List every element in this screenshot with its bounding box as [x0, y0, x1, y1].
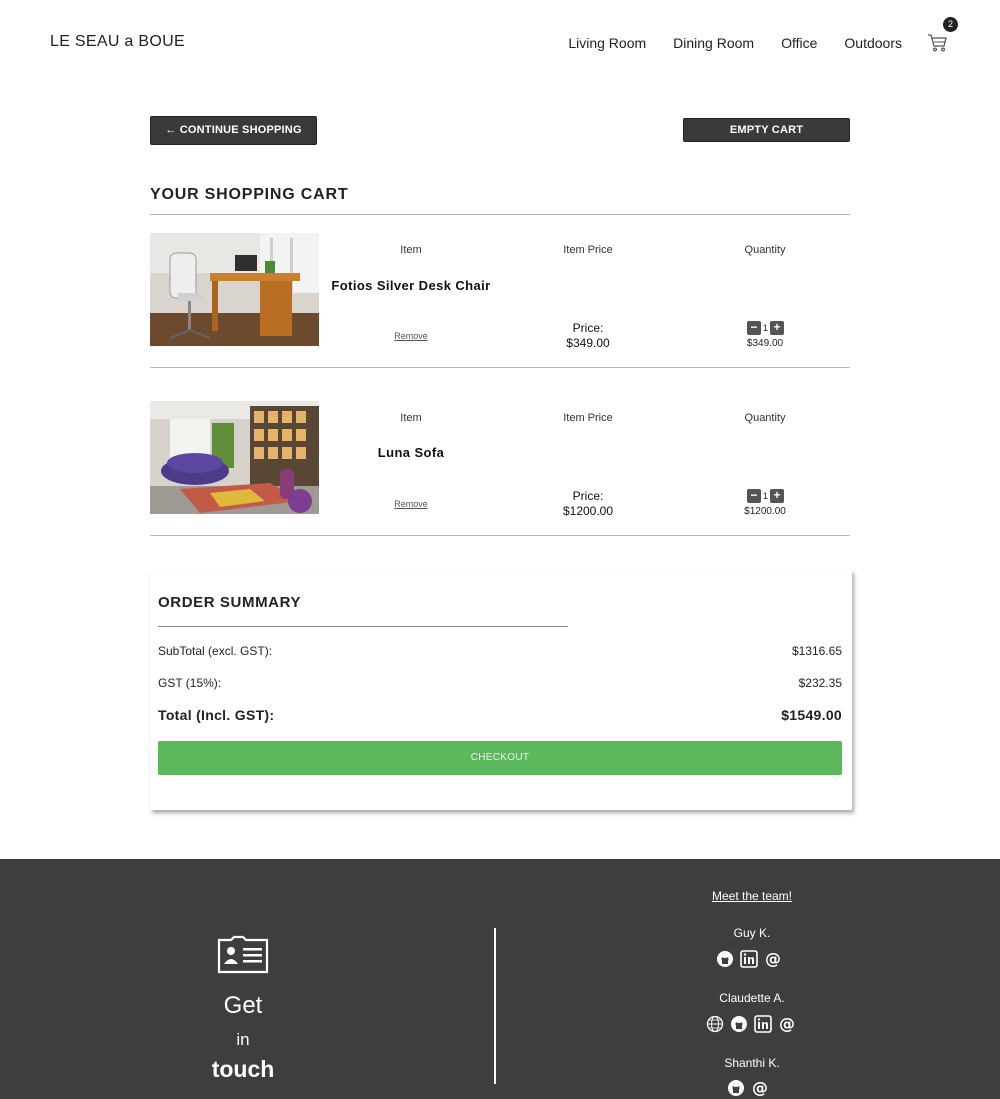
order-summary-title: ORDER SUMMARY	[158, 594, 302, 611]
subtotal-label: SubTotal (excl. GST):	[158, 644, 273, 658]
item-price: $349.00	[566, 336, 610, 350]
gst-label: GST (15%):	[158, 676, 222, 690]
divider	[158, 626, 568, 627]
remove-item-link[interactable]: Remove	[361, 331, 461, 341]
team-member-name: Claudette A.	[719, 991, 785, 1005]
column-header-price: Item Price	[563, 412, 613, 424]
subtotal-row: SubTotal (excl. GST): $1316.65	[158, 644, 842, 658]
linkedin-icon[interactable]	[740, 950, 758, 968]
linkedin-icon[interactable]	[754, 1015, 772, 1033]
price-label: Price:	[572, 321, 604, 335]
line-total: $349.00	[746, 338, 784, 349]
brand-logo[interactable]: LE SEAU a BOUE	[50, 33, 185, 51]
total-row: Total (Incl. GST): $1549.00	[158, 707, 842, 723]
continue-shopping-button[interactable]: ← CONTINUE SHOPPING	[150, 116, 317, 145]
divider	[150, 367, 850, 368]
github-icon[interactable]	[716, 950, 734, 968]
globe-icon[interactable]	[706, 1015, 724, 1033]
team-member-name: Guy K.	[733, 926, 771, 940]
decrease-quantity-button[interactable]: −	[747, 489, 761, 503]
get-in-touch-touch: touch	[211, 1056, 275, 1082]
decrease-quantity-button[interactable]: −	[747, 321, 761, 335]
column-header-price: Item Price	[563, 244, 613, 256]
sofa-image	[150, 401, 319, 514]
cart-title: YOUR SHOPPING CART	[150, 186, 349, 203]
svg-text:@: @	[765, 950, 781, 968]
total-label: Total (Incl. GST):	[158, 707, 275, 723]
site-footer: Get in touch Meet the team! Guy K. @ Cla…	[0, 859, 1000, 1099]
total-value: $1549.00	[781, 707, 842, 723]
github-icon[interactable]	[727, 1079, 745, 1097]
increase-quantity-button[interactable]: +	[770, 489, 784, 503]
get-in-touch-get: Get	[223, 992, 263, 1019]
nav-living-room[interactable]: Living Room	[568, 35, 646, 51]
price-label: Price:	[572, 489, 604, 503]
desk-chair-image	[150, 233, 319, 346]
svg-text:@: @	[779, 1015, 795, 1033]
meet-the-team-link[interactable]: Meet the team!	[680, 889, 824, 903]
quantity-value: 1	[763, 491, 769, 501]
contact-card-icon	[217, 935, 269, 974]
item-name[interactable]: Luna Sofa	[326, 445, 496, 460]
nav-dining-room[interactable]: Dining Room	[673, 35, 754, 51]
team-member-links: @	[716, 950, 782, 968]
item-price: $1200.00	[562, 504, 614, 518]
quantity-stepper: − 1 +	[747, 489, 784, 503]
nav-outdoors[interactable]: Outdoors	[844, 35, 902, 51]
divider	[150, 214, 850, 215]
order-summary-panel: ORDER SUMMARY SubTotal (excl. GST): $131…	[150, 570, 852, 810]
checkout-button[interactable]: CHECKOUT	[158, 741, 842, 775]
cart-count-badge: 2	[943, 17, 958, 32]
increase-quantity-button[interactable]: +	[770, 321, 784, 335]
empty-cart-button[interactable]: EMPTY CART	[683, 118, 850, 142]
team-member-name: Shanthi K.	[724, 1056, 780, 1070]
github-icon[interactable]	[730, 1015, 748, 1033]
gst-value: $232.35	[798, 676, 842, 690]
column-header-quantity: Quantity	[744, 244, 786, 256]
footer-divider	[494, 928, 496, 1084]
site-header: LE SEAU a BOUE Living Room Dining Room O…	[0, 0, 1000, 90]
get-in-touch-in: in	[236, 1030, 250, 1049]
email-icon[interactable]: @	[764, 950, 782, 968]
item-name[interactable]: Fotios Silver Desk Chair	[326, 278, 496, 293]
main-nav: Living Room Dining Room Office Outdoors	[568, 35, 902, 51]
team-member-links: @	[706, 1015, 796, 1033]
cart-item: Item Item Price Quantity Luna Sofa Remov…	[150, 401, 850, 518]
line-total: $1200.00	[744, 506, 786, 517]
divider	[150, 535, 850, 536]
column-header-item: Item	[400, 412, 422, 424]
team-member-links: @	[727, 1079, 769, 1097]
nav-office[interactable]: Office	[781, 35, 817, 51]
gst-row: GST (15%): $232.35	[158, 676, 842, 690]
subtotal-value: $1316.65	[791, 644, 842, 658]
svg-text:@: @	[752, 1079, 768, 1097]
quantity-value: 1	[763, 323, 769, 333]
remove-item-link[interactable]: Remove	[361, 499, 461, 509]
email-icon[interactable]: @	[751, 1079, 769, 1097]
column-header-quantity: Quantity	[744, 412, 786, 424]
quantity-stepper: − 1 +	[747, 321, 784, 335]
cart-item: Item Item Price Quantity Fotios Silver D…	[150, 233, 850, 350]
email-icon[interactable]: @	[778, 1015, 796, 1033]
column-header-item: Item	[400, 244, 422, 256]
shopping-cart-icon[interactable]	[926, 31, 948, 53]
